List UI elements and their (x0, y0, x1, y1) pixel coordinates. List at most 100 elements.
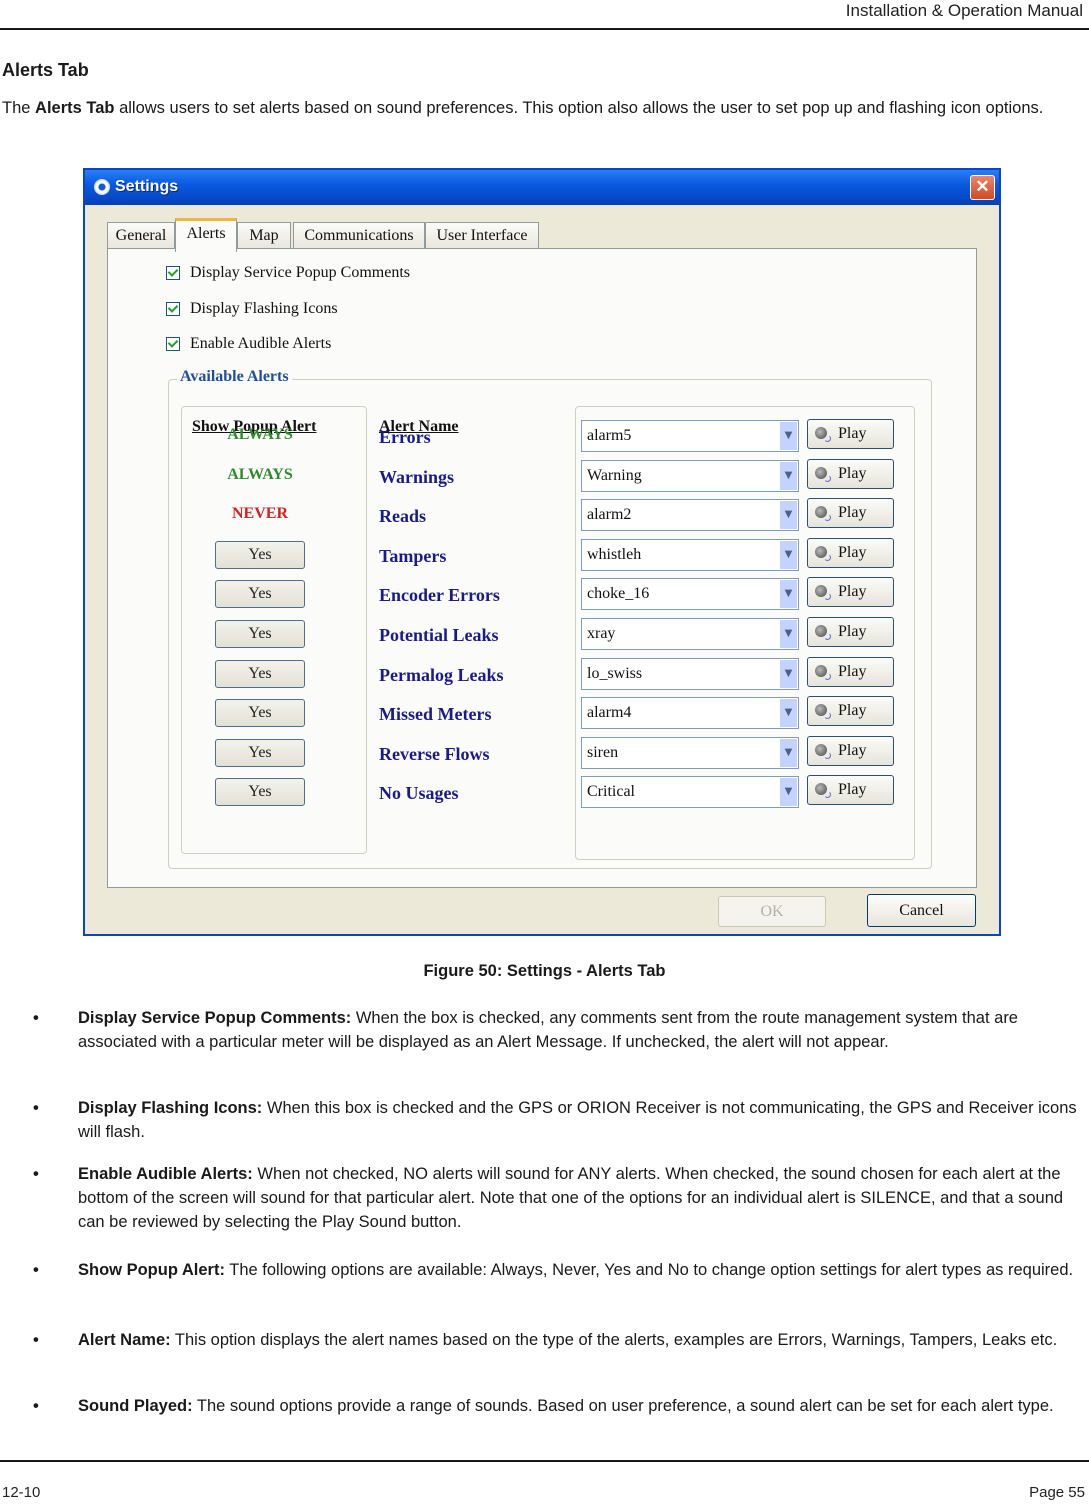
sound-select[interactable]: choke_16 ▼ (581, 578, 799, 611)
bullet-term: Show Popup Alert: (78, 1261, 225, 1279)
play-sound-button[interactable]: Play (807, 775, 894, 806)
play-label: Play (838, 741, 867, 759)
chevron-down-icon[interactable]: ▼ (780, 699, 797, 728)
sound-select[interactable]: lo_swiss ▼ (581, 657, 799, 690)
tab-alerts[interactable]: Alerts (175, 218, 237, 252)
ok-button[interactable]: OK (718, 896, 826, 927)
chevron-down-icon[interactable]: ▼ (780, 422, 797, 450)
tab-general[interactable]: General (107, 222, 175, 249)
chevron-down-icon[interactable]: ▼ (780, 659, 797, 688)
speaker-icon (815, 664, 831, 680)
sound-select-value: siren (587, 743, 619, 761)
tab-map[interactable]: Map (237, 222, 291, 249)
checkbox-label: Display Flashing Icons (190, 300, 338, 317)
speaker-icon (815, 625, 831, 640)
chevron-down-icon[interactable]: ▼ (780, 501, 797, 530)
tab-user-interface[interactable]: User Interface (425, 222, 539, 249)
display-flashing-icons-option[interactable]: Display Flashing Icons (166, 299, 338, 319)
play-label: Play (838, 583, 867, 601)
bullet-dot: • (33, 1397, 39, 1415)
manual-title: Installation & Operation Manual (845, 1, 1083, 20)
play-label: Play (838, 543, 867, 561)
popup-yes-button[interactable]: Yes (215, 778, 305, 807)
tab-communications[interactable]: Communications (293, 222, 425, 249)
close-icon: ✕ (975, 177, 990, 196)
alert-name-label: No Usages (379, 783, 459, 804)
intro-rest: allows users to set alerts based on soun… (114, 99, 1044, 117)
sound-select[interactable]: Critical ▼ (581, 776, 799, 809)
bullet-desc: This option displays the alert names bas… (170, 1331, 1058, 1349)
sound-select[interactable]: alarm2 ▼ (581, 499, 799, 532)
sound-select[interactable]: whistleh ▼ (581, 538, 799, 571)
alert-name-label: Missed Meters (379, 704, 492, 725)
checkbox-checked-icon[interactable] (166, 302, 180, 316)
popup-yes-button[interactable]: Yes (215, 540, 305, 569)
play-sound-button[interactable]: Play (807, 617, 894, 647)
title-bar: Settings ✕ (85, 170, 999, 205)
play-sound-button[interactable]: Play (807, 656, 894, 687)
alert-name-label: Tampers (379, 545, 447, 566)
popup-yes-button[interactable]: Yes (215, 580, 305, 609)
popup-yes-button[interactable]: Yes (215, 620, 305, 648)
sound-select-value: lo_swiss (587, 664, 643, 682)
section-title: Alerts Tab (2, 60, 89, 80)
bullet-term: Alert Name: (78, 1331, 171, 1349)
sound-select-value: Warning (587, 466, 642, 484)
play-sound-button[interactable]: Play (807, 498, 894, 529)
bullet-dot: • (33, 1331, 39, 1349)
chevron-down-icon[interactable]: ▼ (780, 580, 797, 609)
play-sound-button[interactable]: Play (807, 419, 894, 449)
speaker-icon (815, 585, 831, 601)
play-sound-button[interactable]: Play (807, 735, 894, 766)
speaker-icon (815, 704, 831, 720)
available-alerts-group: Available Alerts Show Popup Alert Alert … (168, 368, 932, 869)
checkbox-checked-icon[interactable] (166, 337, 180, 351)
bullet-term: Display Service Popup Comments: (78, 1009, 352, 1027)
intro-prefix: The (2, 99, 36, 117)
popup-yes-button[interactable]: Yes (215, 659, 305, 688)
bullet-dot: • (33, 1009, 39, 1027)
play-label: Play (838, 781, 867, 799)
intro-bold: Alerts Tab (35, 99, 115, 117)
speaker-icon (815, 506, 831, 522)
sound-select[interactable]: Warning ▼ (581, 459, 799, 492)
sound-select[interactable]: alarm4 ▼ (581, 697, 799, 730)
bullet-dot: • (33, 1261, 39, 1279)
settings-gear-icon (94, 179, 110, 195)
sound-select-value: choke_16 (587, 585, 650, 603)
chevron-down-icon[interactable]: ▼ (780, 778, 797, 807)
play-label: Play (838, 425, 867, 442)
play-label: Play (838, 702, 867, 720)
popup-never-label: NEVER (231, 505, 288, 523)
chevron-down-icon[interactable]: ▼ (780, 540, 797, 569)
revision-label: 12-10 (2, 1484, 41, 1501)
alert-name-label: Warnings (379, 466, 455, 487)
dialog-title: Settings (115, 178, 179, 195)
bullet-desc: The following options are available: Alw… (224, 1261, 1074, 1279)
popup-yes-button[interactable]: Yes (215, 699, 305, 728)
cancel-button[interactable]: Cancel (867, 894, 976, 927)
sound-select[interactable]: siren ▼ (581, 736, 799, 769)
play-sound-button[interactable]: Play (807, 696, 894, 727)
chevron-down-icon[interactable]: ▼ (780, 620, 797, 648)
alert-name-label: Reverse Flows (379, 743, 490, 764)
play-sound-button[interactable]: Play (807, 577, 894, 608)
sound-select[interactable]: alarm5 ▼ (581, 420, 799, 452)
sound-select[interactable]: xray ▼ (581, 618, 799, 650)
play-sound-button[interactable]: Play (807, 537, 894, 568)
checkbox-checked-icon[interactable] (166, 266, 180, 280)
chevron-down-icon[interactable]: ▼ (780, 461, 797, 490)
bullet-term: Enable Audible Alerts: (78, 1165, 253, 1183)
speaker-icon (815, 545, 831, 561)
chevron-down-icon[interactable]: ▼ (780, 738, 797, 767)
close-button[interactable]: ✕ (970, 175, 995, 200)
bullet-dot: • (33, 1099, 39, 1117)
play-sound-button[interactable]: Play (807, 458, 894, 489)
popup-yes-button[interactable]: Yes (215, 738, 305, 767)
enable-audible-alerts-option[interactable]: Enable Audible Alerts (166, 334, 331, 354)
sound-select-value: xray (587, 625, 616, 642)
speaker-icon (815, 466, 831, 482)
play-label: Play (838, 464, 867, 482)
display-service-popup-comments-option[interactable]: Display Service Popup Comments (166, 263, 410, 283)
sound-select-value: alarm5 (587, 427, 632, 444)
